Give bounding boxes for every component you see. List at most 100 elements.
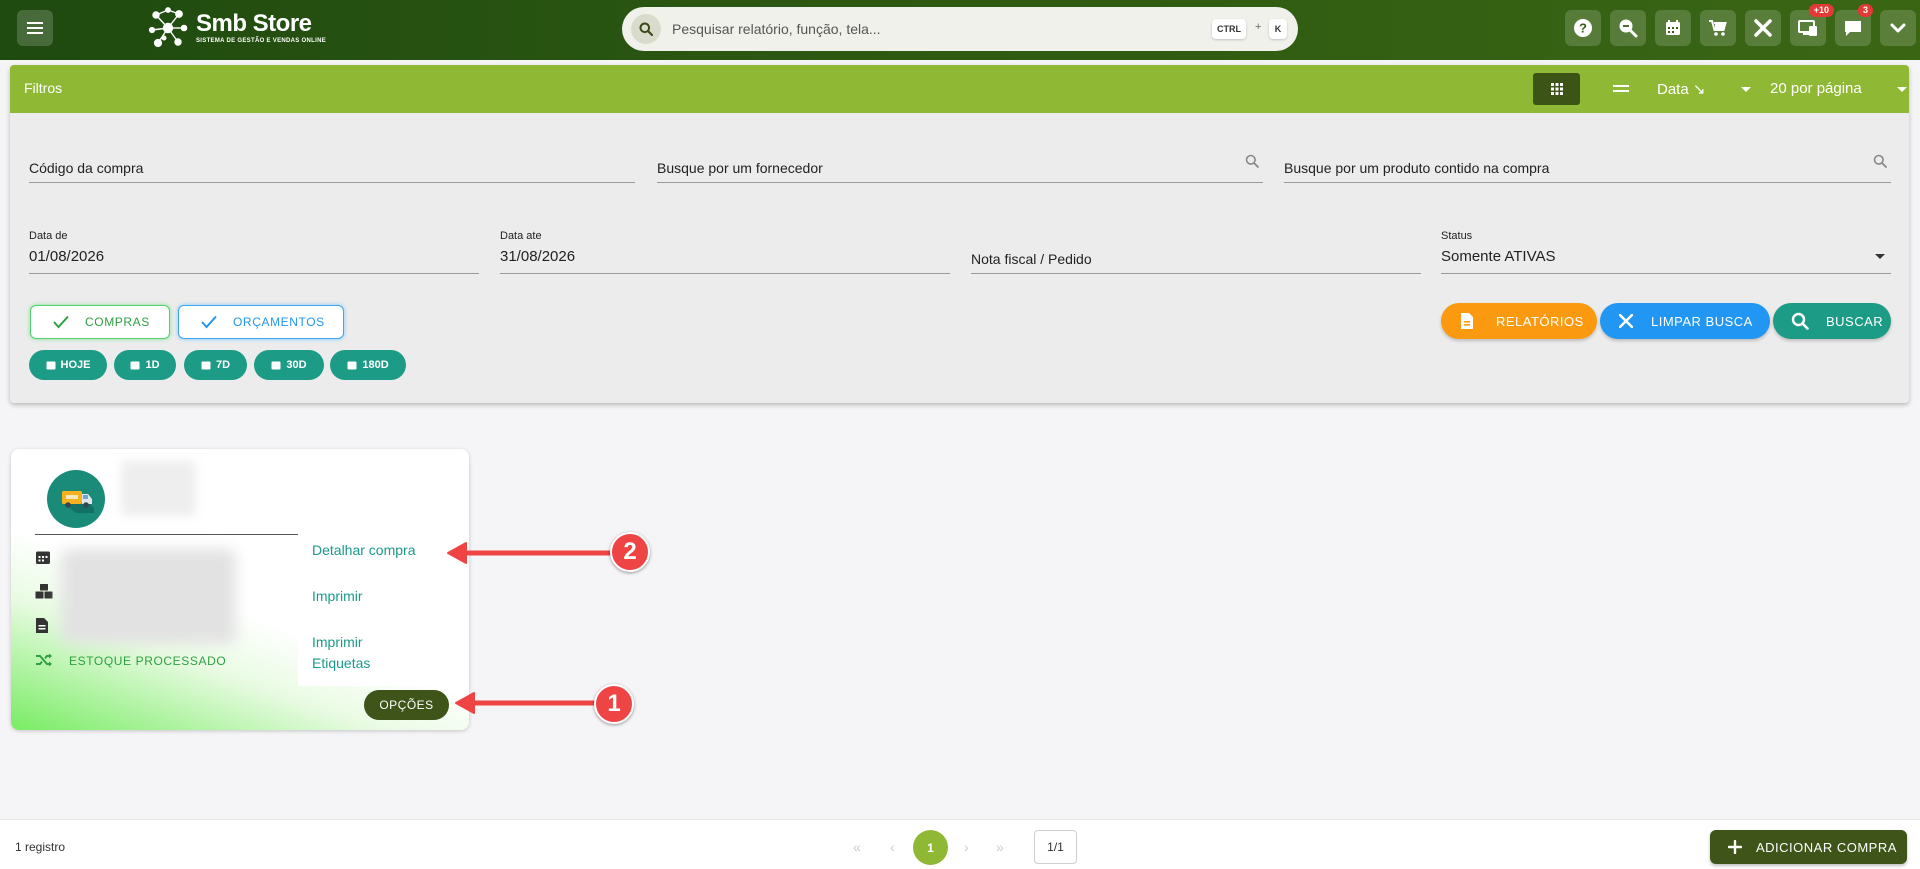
truck-icon xyxy=(62,491,94,513)
menu-item-print[interactable]: Imprimir xyxy=(312,586,363,607)
menu-item-print-labels[interactable]: Imprimir Etiquetas xyxy=(312,632,402,674)
shuffle-icon xyxy=(36,653,52,667)
per-page-caret-icon xyxy=(1897,87,1907,92)
help-icon: ? xyxy=(1574,19,1592,37)
product-search-field[interactable]: Busque por um produto contido na compra xyxy=(1284,143,1891,183)
date-to-field[interactable]: Data ate 31/08/2026 xyxy=(500,230,950,274)
top-bar: Smb Store SISTEMA DE GESTÃO E VENDAS ONL… xyxy=(0,0,1920,60)
hamburger-menu-button[interactable] xyxy=(17,10,53,46)
date-from-value: 01/08/2026 xyxy=(29,248,105,265)
product-search-icon xyxy=(1873,154,1887,168)
status-select[interactable]: Status Somente ATIVAS xyxy=(1441,230,1891,274)
invoice-field[interactable]: Nota fiscal / Pedido xyxy=(971,234,1421,274)
toggle-orcamentos-label: ORÇAMENTOS xyxy=(233,315,325,329)
sort-caret-icon xyxy=(1741,87,1751,92)
date-from-label: Data de xyxy=(29,230,68,242)
status-value: Somente ATIVAS xyxy=(1441,248,1556,265)
shortcut-k-key: K xyxy=(1269,19,1287,39)
boxes-icon xyxy=(35,584,53,599)
grid-view-button[interactable] xyxy=(1533,73,1580,105)
filters-panel: Filtros Data ↘ 20 por página Código da c… xyxy=(10,65,1909,403)
tools-button[interactable] xyxy=(1745,10,1781,46)
zoom-search-icon xyxy=(1619,19,1638,38)
search-icon[interactable] xyxy=(631,14,661,44)
first-page-icon[interactable]: « xyxy=(853,839,861,855)
record-count: 1 registro xyxy=(15,840,66,854)
quick-date-30d[interactable]: 30D xyxy=(254,350,324,380)
notifications-badge: +10 xyxy=(1808,4,1834,17)
search-icon xyxy=(1791,312,1809,330)
stock-status-label: ESTOQUE PROCESSADO xyxy=(69,654,227,668)
per-page-select-value: 20 por página xyxy=(1770,80,1862,97)
quick-date-1d[interactable]: 1D xyxy=(114,350,176,380)
supplier-placeholder: Busque por um fornecedor xyxy=(657,160,823,176)
svg-text:?: ? xyxy=(1579,21,1587,36)
reports-button[interactable]: RELATÓRIOS xyxy=(1441,303,1597,339)
purchase-code-field[interactable]: Código da compra xyxy=(29,143,635,183)
calendar-icon xyxy=(201,361,211,370)
calendar-icon xyxy=(46,361,56,370)
cart-button[interactable] xyxy=(1700,10,1736,46)
user-menu-button[interactable] xyxy=(1880,10,1916,46)
toggle-orcamentos[interactable]: ORÇAMENTOS xyxy=(178,305,344,339)
date-to-label: Data ate xyxy=(500,230,542,242)
purchase-card: ESTOQUE PROCESSADO Detalhar compra Impri… xyxy=(11,449,469,730)
annotation-marker-2: 2 xyxy=(610,532,650,572)
quick-date-180d[interactable]: 180D xyxy=(330,350,406,380)
close-icon xyxy=(1619,314,1633,328)
quick-date-label: 7D xyxy=(215,359,231,371)
cart-icon xyxy=(1709,20,1727,36)
zoom-search-button[interactable] xyxy=(1610,10,1646,46)
list-view-button[interactable] xyxy=(1601,73,1641,105)
reports-button-label: RELATÓRIOS xyxy=(1496,313,1584,329)
prev-page-icon[interactable]: ‹ xyxy=(890,839,895,855)
supplier-search-field[interactable]: Busque por um fornecedor xyxy=(657,143,1263,183)
quick-date-hoje[interactable]: HOJE xyxy=(29,350,107,380)
calendar-icon xyxy=(36,551,50,564)
sort-select[interactable]: Data ↘ xyxy=(1657,80,1757,98)
chat-icon xyxy=(1845,21,1861,36)
quick-date-label: HOJE xyxy=(60,359,91,371)
quick-date-label: 30D xyxy=(286,359,307,371)
tools-icon xyxy=(1754,19,1772,37)
per-page-select[interactable]: 20 por página xyxy=(1770,80,1910,97)
current-page[interactable]: 1 xyxy=(913,830,948,865)
brand-subtitle: SISTEMA DE GESTÃO E VENDAS ONLINE xyxy=(196,38,327,44)
purchase-code-placeholder: Código da compra xyxy=(29,160,144,176)
messages-button[interactable]: 3 xyxy=(1835,4,1873,46)
calendar-icon xyxy=(130,361,140,370)
grid-icon xyxy=(1550,83,1563,95)
menu-item-detail-purchase[interactable]: Detalhar compra xyxy=(312,540,416,561)
brand-title: Smb Store xyxy=(196,10,312,37)
quick-date-7d[interactable]: 7D xyxy=(184,350,247,380)
plus-icon xyxy=(1728,840,1742,854)
search-input[interactable] xyxy=(672,21,1172,37)
last-page-icon[interactable]: » xyxy=(996,839,1004,855)
messages-badge: 3 xyxy=(1857,4,1873,17)
document-icon xyxy=(1461,313,1473,329)
toggle-compras[interactable]: COMPRAS xyxy=(30,305,170,339)
shortcut-plus: + xyxy=(1255,21,1262,33)
add-purchase-button[interactable]: ADICIONAR COMPRA xyxy=(1710,830,1907,864)
clear-search-button[interactable]: LIMPAR BUSCA xyxy=(1600,303,1770,339)
search-button[interactable]: BUSCAR xyxy=(1773,303,1891,339)
purchase-details-blurred xyxy=(61,549,236,644)
date-to-value: 31/08/2026 xyxy=(500,248,576,265)
brand-logo[interactable]: Smb Store SISTEMA DE GESTÃO E VENDAS ONL… xyxy=(146,6,326,50)
page-indicator[interactable]: 1/1 xyxy=(1034,830,1077,864)
calendar-button[interactable] xyxy=(1655,10,1691,46)
screens-button[interactable]: +10 xyxy=(1790,4,1834,46)
options-button[interactable]: OPÇÕES xyxy=(364,690,449,720)
global-search-bar: CTRL + K xyxy=(622,7,1298,51)
screen-icon xyxy=(1798,20,1817,36)
date-from-field[interactable]: Data de 01/08/2026 xyxy=(29,230,479,274)
options-menu: Detalhar compra Imprimir Imprimir Etique… xyxy=(298,532,469,686)
supplier-name-blurred xyxy=(121,461,196,516)
help-button[interactable]: ? xyxy=(1565,10,1601,46)
product-placeholder: Busque por um produto contido na compra xyxy=(1284,160,1550,176)
check-icon xyxy=(201,315,217,329)
clear-search-button-label: LIMPAR BUSCA xyxy=(1651,313,1753,329)
invoice-placeholder: Nota fiscal / Pedido xyxy=(971,251,1092,267)
next-page-icon[interactable]: › xyxy=(964,839,969,855)
supplier-search-icon xyxy=(1245,154,1259,168)
